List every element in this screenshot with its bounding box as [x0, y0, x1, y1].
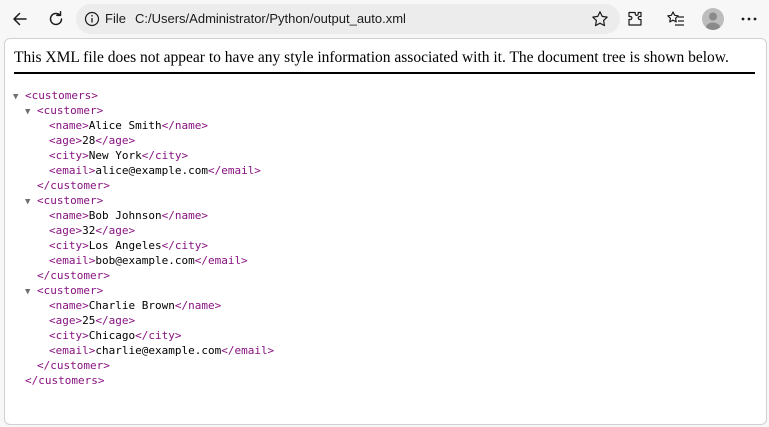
favorites-icon[interactable]: [666, 9, 686, 29]
page-viewport: This XML file does not appear to have an…: [4, 38, 767, 425]
xml-tag: </name>: [161, 209, 208, 222]
back-button[interactable]: [7, 6, 33, 32]
customer-field-line: <name>Charlie Brown</name>: [13, 298, 274, 313]
customer-field-line: <name>Alice Smith</name>: [13, 118, 274, 133]
field-value-email: bob@example.com: [95, 254, 195, 267]
customer-field-line: <city>New York</city>: [13, 148, 274, 163]
field-value-email: alice@example.com: [95, 164, 208, 177]
xml-tag: </customer>: [37, 179, 110, 192]
xml-tag: <age>: [49, 134, 83, 147]
customer-close-line: </customer>: [13, 178, 274, 193]
xml-tag: <age>: [49, 314, 83, 327]
customer-field-line: <city>Los Angeles</city>: [13, 238, 274, 253]
xml-tag: </city>: [161, 239, 208, 252]
xml-tag: </city>: [135, 329, 182, 342]
root-open-line: ▼ <customers>: [13, 88, 274, 103]
customer-field-line: <age>25</age>: [13, 313, 274, 328]
customer-field-line: <age>32</age>: [13, 223, 274, 238]
xml-document-tree: ▼ <customers> ▼ <customer> <name>Alice Smith…: [13, 88, 274, 388]
customer-open-line: ▼ <customer>: [13, 103, 274, 118]
xml-tag: <age>: [49, 224, 83, 237]
xml-tag: <customer>: [37, 284, 104, 297]
xml-tag: <email>: [49, 164, 96, 177]
xml-tag: <customer>: [37, 194, 104, 207]
xml-tag: </customers>: [25, 374, 105, 387]
xml-tag: <email>: [49, 254, 96, 267]
profile-avatar[interactable]: [702, 8, 724, 30]
xml-tag: </age>: [95, 224, 136, 237]
arrow-left-icon: [13, 12, 27, 26]
url-text[interactable]: C:/Users/Administrator/Python/output_aut…: [135, 11, 406, 26]
xml-tag: <name>: [49, 119, 89, 132]
customer-open-line: ▼ <customer>: [13, 193, 274, 208]
field-value-age: 25: [82, 314, 96, 327]
customer-open-line: ▼ <customer>: [13, 283, 274, 298]
xml-tag: <name>: [49, 299, 89, 312]
reload-button[interactable]: [43, 6, 69, 32]
field-value-city: New York: [88, 149, 142, 162]
xml-tag: </customer>: [37, 359, 110, 372]
xml-tag: <city>: [49, 239, 89, 252]
xml-tag: <name>: [49, 209, 89, 222]
customer-field-line: <email>bob@example.com</email>: [13, 253, 274, 268]
field-value-age: 32: [82, 224, 96, 237]
field-value-city: Los Angeles: [88, 239, 162, 252]
xml-tag: </name>: [174, 299, 222, 312]
favorite-star-icon[interactable]: [591, 10, 609, 28]
xml-tag: </email>: [221, 344, 275, 357]
customer-field-line: <name>Bob Johnson</name>: [13, 208, 274, 223]
xml-tag: <city>: [49, 329, 89, 342]
customer-field-line: <email>alice@example.com</email>: [13, 163, 274, 178]
more-options-icon[interactable]: [739, 9, 759, 29]
xml-tag: </email>: [194, 254, 248, 267]
user-icon: [706, 12, 720, 30]
xml-tag: </name>: [161, 119, 208, 132]
xml-tag: <customers>: [25, 89, 98, 102]
customer-field-line: <email>charlie@example.com</email>: [13, 343, 274, 358]
xml-tag: </age>: [95, 314, 136, 327]
xml-tag: </email>: [207, 164, 261, 177]
customer-field-line: <city>Chicago</city>: [13, 328, 274, 343]
xml-tag: <email>: [49, 344, 96, 357]
field-value-name: Bob Johnson: [88, 209, 162, 222]
xml-style-notice: This XML file does not appear to have an…: [14, 49, 755, 74]
xml-tag: </customer>: [37, 269, 110, 282]
address-bar[interactable]: File C:/Users/Administrator/Python/outpu…: [76, 4, 620, 34]
scheme-label: File: [105, 11, 126, 26]
browser-toolbar: File C:/Users/Administrator/Python/outpu…: [0, 0, 769, 38]
field-value-age: 28: [82, 134, 96, 147]
info-icon[interactable]: [84, 11, 100, 27]
field-value-city: Chicago: [88, 329, 136, 342]
field-value-email: charlie@example.com: [95, 344, 222, 357]
customer-field-line: <age>28</age>: [13, 133, 274, 148]
root-close-line: </customers>: [13, 373, 274, 388]
xml-tag: <customer>: [37, 104, 104, 117]
field-value-name: Alice Smith: [88, 119, 162, 132]
customer-close-line: </customer>: [13, 358, 274, 373]
field-value-name: Charlie Brown: [88, 299, 175, 312]
reload-icon: [49, 11, 63, 26]
xml-tag: </city>: [141, 149, 189, 162]
xml-tag: </age>: [95, 134, 136, 147]
customer-close-line: </customer>: [13, 268, 274, 283]
xml-tag: <city>: [49, 149, 89, 162]
extensions-icon[interactable]: [625, 9, 645, 29]
